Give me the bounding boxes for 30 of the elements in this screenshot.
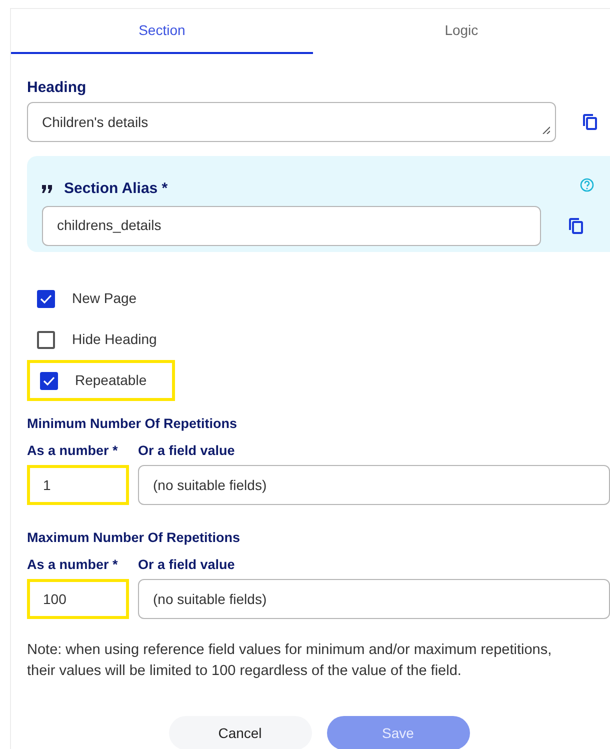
checkbox-label: Hide Heading [72,330,157,349]
checkmark-icon [43,376,55,386]
group-title: Maximum Number Of Repetitions [27,529,242,547]
alias-field[interactable]: childrens_details [42,206,541,246]
note-text: Note: when using reference field values for minimum and/or maximum repetitions, their values will be limited to 100 regardless of the value of the field. [27,641,553,681]
checkbox[interactable] [40,372,58,390]
field-label: Or a field value [138,442,235,460]
field-label: As a number * [27,556,119,574]
field-label: As a number * [27,442,119,460]
heading-field[interactable]: Children's details [27,102,556,142]
copy-icon[interactable] [583,114,597,130]
field-label: Section Alias * [64,179,168,199]
tab[interactable]: Section [11,9,313,54]
resize-grip-icon [542,126,550,134]
checkbox[interactable] [37,290,55,308]
checkbox-label: New Page [72,289,137,308]
tab[interactable]: Logic [312,9,610,54]
number-field[interactable]: 1 [27,465,129,505]
checkbox-label: Repeatable [75,371,147,390]
copy-icon[interactable] [569,218,583,234]
quote-icon [42,185,52,194]
group-title: Minimum Number Of Repetitions [27,415,238,433]
checkbox[interactable] [37,330,55,348]
field-label: Or a field value [138,556,235,574]
field-select[interactable]: (no suitable fields) [138,579,610,619]
number-field[interactable]: 100 [27,579,129,619]
field-select[interactable]: (no suitable fields) [138,465,610,505]
field-label: Heading [27,78,88,98]
checkmark-icon [40,294,52,304]
cancel-button[interactable]: Cancel [168,716,312,749]
